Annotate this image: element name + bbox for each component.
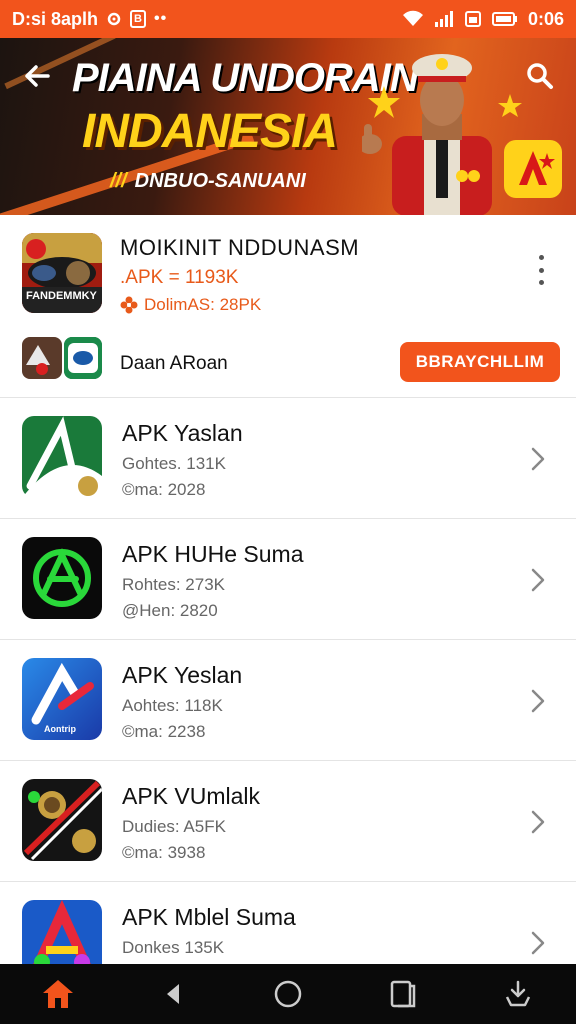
secondary-app-icons (22, 337, 102, 379)
banner-title-line2: INDANESIA (82, 105, 338, 158)
back-button[interactable] (20, 58, 56, 94)
list-item[interactable]: APK HUHe Suma Rohtes: 273K @Hen: 2820 (0, 519, 576, 640)
app-title: APK Yeslan (122, 662, 243, 688)
notification-status-icon: B (130, 10, 147, 28)
more-status-icon: •• (154, 10, 168, 27)
featured-app-size: .APK = 1193K (120, 267, 239, 288)
app-icon-label: Aontrip (44, 724, 76, 734)
secondary-app-icon-b (64, 337, 102, 379)
download-tray-icon (506, 980, 531, 1007)
bottom-navigation (0, 964, 576, 1024)
featured-app-card[interactable]: FANDEMMKY MOIKINIT NDDUNASM .APK = 1193K… (0, 215, 576, 398)
banner-brand-logo (504, 140, 562, 198)
list-item[interactable]: APK VUmlalk Dudies: A5FK ©ma: 3938 (0, 761, 576, 882)
chevron-right-icon (531, 568, 545, 592)
status-left-text: D:si 8aplh (12, 8, 99, 29)
banner-subtitle-prefix: /// (110, 170, 127, 192)
chevron-right-icon (531, 931, 545, 955)
search-icon (527, 63, 553, 89)
triangle-back-icon (166, 984, 179, 1004)
settings-status-icon (107, 12, 121, 26)
featured-icon-label: FANDEMMKY (26, 290, 97, 302)
nav-download-button[interactable] (494, 970, 542, 1018)
app-title: APK Yaslan (122, 420, 243, 446)
battery-icon (491, 12, 517, 26)
green-logo-app-icon (22, 537, 102, 619)
app-downloads: Donkes 135K (122, 938, 225, 957)
more-dot-icon (538, 267, 544, 273)
green-leaf-app-icon (22, 416, 102, 498)
sim-icon (464, 11, 481, 27)
status-bar: D:si 8aplh B •• 0:06 (0, 0, 576, 38)
wifi-icon (402, 10, 423, 26)
app-downloads: Aohtes: 118K (122, 696, 223, 715)
chevron-right-icon (531, 810, 545, 834)
app-title: APK Mblel Suma (122, 904, 296, 930)
more-options-button[interactable] (536, 255, 546, 285)
secondary-app-name: Daan ARoan (120, 353, 228, 374)
app-meta: ©ma: 2238 (122, 722, 206, 741)
nav-back-button[interactable] (149, 970, 197, 1018)
flower-icon (120, 296, 138, 314)
search-button[interactable] (522, 58, 558, 94)
nav-home-circle-button[interactable] (264, 970, 312, 1018)
promo-banner[interactable]: PIAINA UNDORAIN INDANESIA ///DNBUO-SANUA… (0, 38, 576, 215)
featured-app-icon: FANDEMMKY (22, 233, 102, 313)
app-title: APK HUHe Suma (122, 541, 304, 567)
list-item[interactable]: APK Yaslan Gohtes. 131K ©ma: 2028 (0, 398, 576, 519)
home-icon (42, 980, 73, 1008)
back-arrow-icon (25, 65, 50, 87)
banner-subtitle: /// DNBUO-SANUANI (110, 170, 306, 193)
book-icon (390, 980, 416, 1008)
app-meta: ©ma: 2028 (122, 480, 206, 499)
nav-home-button[interactable] (34, 970, 82, 1018)
status-time: 0:06 (527, 8, 564, 29)
featured-action-button[interactable]: BBRAYCHLLIM (400, 342, 560, 382)
app-downloads: Dudies: A5FK (122, 817, 226, 836)
app-meta: @Hen: 2820 (122, 601, 218, 620)
more-dot-icon (538, 280, 544, 285)
more-dot-icon (538, 255, 544, 260)
officer-illustration (362, 54, 522, 215)
circle-home-icon (274, 980, 302, 1008)
app-downloads: Rohtes: 273K (122, 575, 226, 594)
blue-arrow-app-icon: Aontrip (22, 658, 102, 740)
secondary-app-icon-a (22, 337, 62, 379)
featured-app-title: MOIKINIT NDDUNASM (120, 235, 360, 260)
star-a-logo-icon (519, 151, 555, 185)
signal-icon (434, 11, 453, 27)
banner-subtitle-text: DNBUO-SANUANI (134, 170, 306, 192)
chevron-right-icon (531, 447, 545, 471)
chevron-right-icon (531, 689, 545, 713)
list-item[interactable]: Aontrip APK Yeslan Aohtes: 118K ©ma: 223… (0, 640, 576, 761)
dark-coin-app-icon (22, 779, 102, 861)
app-meta: ©ma: 3938 (122, 843, 206, 862)
app-title: APK VUmlalk (122, 783, 261, 809)
app-downloads: Gohtes. 131K (122, 454, 226, 473)
featured-downloads: DolimAS: 28PK (120, 295, 261, 315)
nav-library-button[interactable] (379, 970, 427, 1018)
featured-downloads-text: DolimAS: 28PK (144, 295, 262, 314)
